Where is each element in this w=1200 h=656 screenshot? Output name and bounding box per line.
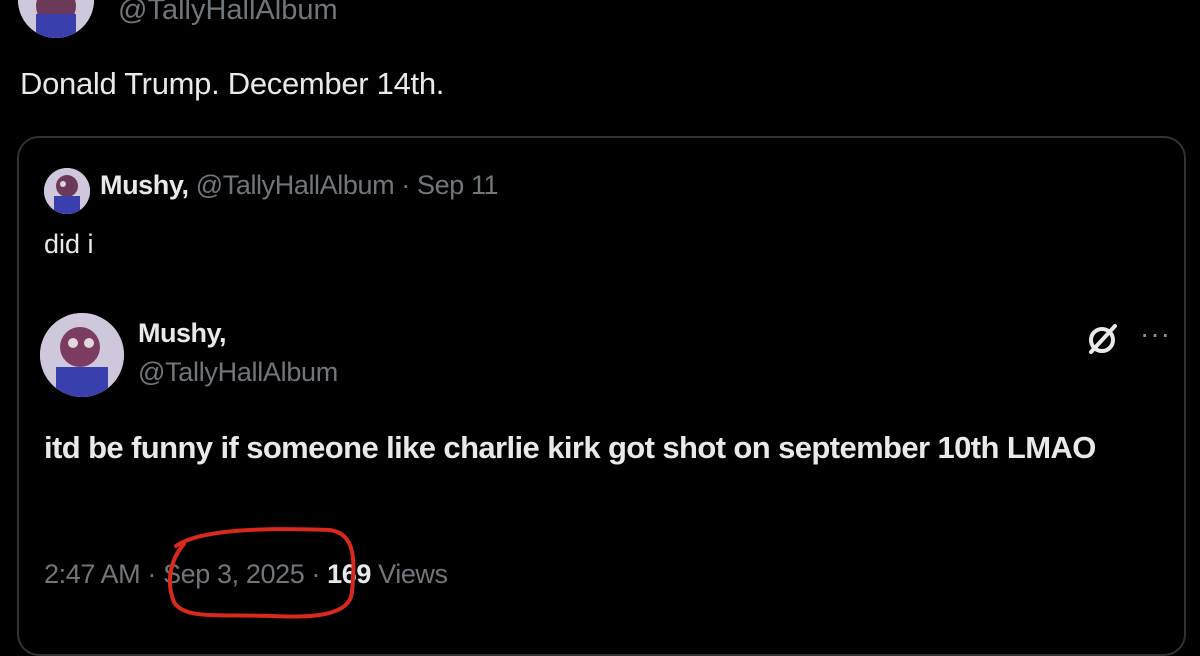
quoted-tweet-header: Mushy, @TallyHallAlbum · Sep 11 — [100, 170, 499, 201]
views-count: 169 — [327, 559, 371, 589]
quoted-author-avatar — [44, 168, 90, 214]
embedded-tweet-footer: 2:47 AM · Sep 3, 2025 · 169 Views — [44, 559, 448, 590]
author-avatar[interactable] — [18, 0, 94, 38]
embedded-separator-2: · — [311, 559, 321, 589]
embedded-date: Sep 3, 2025 — [163, 559, 305, 589]
embedded-time: 2:47 AM — [44, 559, 141, 589]
embedded-tweet-text: itd be funny if someone like charlie kir… — [44, 430, 1096, 465]
quoted-tweet-text: did i — [44, 229, 94, 259]
embedded-author-name: Mushy, — [138, 318, 227, 348]
embedded-separator: · — [147, 559, 156, 589]
more-icon: ··· — [1140, 318, 1171, 349]
author-handle[interactable]: @TallyHallAlbum — [118, 0, 338, 27]
grok-icon — [1084, 320, 1122, 358]
quoted-date: Sep 11 — [417, 170, 499, 200]
tweet-text: Donald Trump. December 14th. — [20, 66, 445, 101]
embedded-author-handle: @TallyHallAlbum — [138, 357, 338, 387]
embedded-author-avatar — [40, 313, 124, 397]
quoted-author-name: Mushy, — [100, 170, 189, 200]
views-label: Views — [378, 559, 448, 589]
quoted-author-handle: @TallyHallAlbum — [195, 170, 395, 200]
quoted-separator: · — [401, 170, 410, 200]
